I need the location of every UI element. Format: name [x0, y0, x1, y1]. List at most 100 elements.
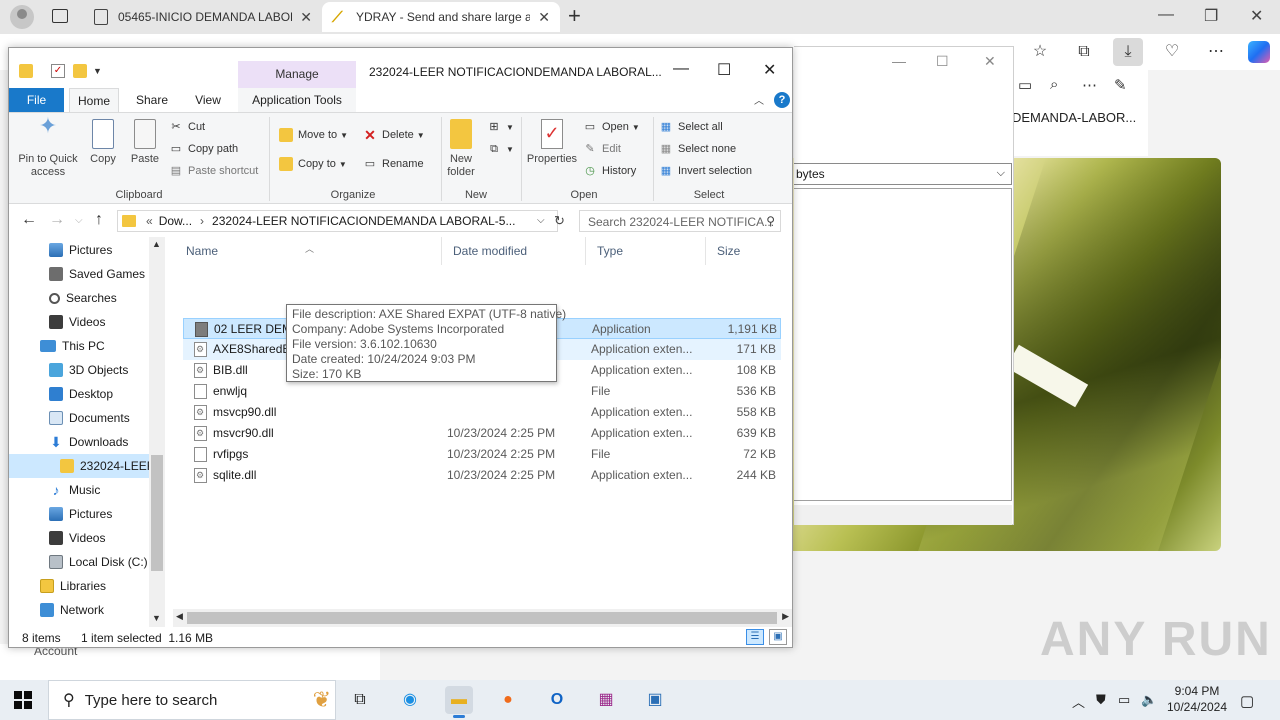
tab-file[interactable]: File — [9, 88, 64, 112]
show-hidden-icons-icon[interactable]: ︿ — [1072, 692, 1085, 711]
properties-quick-icon[interactable]: ✓ — [51, 64, 65, 78]
file-row[interactable]: sqlite.dll 10/23/2024 2:25 PM Applicatio… — [183, 465, 781, 486]
rename-button[interactable]: ▭ Rename — [363, 155, 424, 173]
breadcrumb-downloads[interactable]: Dow... — [159, 214, 192, 228]
copy-to-button[interactable]: Copy to ▼ — [279, 155, 347, 173]
notifications-icon[interactable]: ▢ — [1240, 692, 1254, 710]
more-icon[interactable]: ⋯ — [1206, 42, 1226, 62]
breadcrumb-current[interactable]: 232024-LEER NOTIFICACIONDEMANDA LABORAL-… — [212, 214, 515, 228]
scroll-right-icon[interactable]: ▶ — [782, 611, 789, 622]
pin-to-quick-access-button[interactable]: ✦ Pin to Quick access — [13, 115, 83, 179]
nav-scrollbar[interactable]: ▲ ▼ — [149, 237, 165, 627]
cut-button[interactable]: ✂ Cut — [169, 118, 205, 136]
easy-access-button[interactable]: ⧉ ▼ — [487, 140, 514, 158]
paste-button[interactable]: Paste — [127, 119, 163, 166]
help-icon[interactable]: ? — [774, 92, 790, 108]
column-header-date[interactable]: Date modified — [442, 237, 586, 265]
tab-view[interactable]: View — [185, 88, 231, 112]
file-row[interactable]: enwljq File 536 KB — [183, 381, 781, 402]
scrollbar-thumb[interactable] — [151, 455, 163, 571]
minimize-icon[interactable]: — — [673, 60, 689, 78]
nav-item-pictures-2[interactable]: Pictures — [9, 502, 149, 526]
new-tab-button[interactable]: + — [568, 4, 581, 28]
forward-arrow-icon[interactable]: → — [49, 211, 65, 229]
scroll-left-icon[interactable]: ◀ — [176, 611, 183, 622]
restore-icon[interactable]: ❐ — [1204, 6, 1218, 26]
file-row[interactable]: msvcr90.dll 10/23/2024 2:25 PM Applicati… — [183, 423, 781, 444]
recent-locations-icon[interactable]: ⌵ — [75, 215, 83, 226]
minimize-icon[interactable]: — — [1158, 6, 1174, 24]
back-arrow-icon[interactable]: ← — [21, 211, 37, 229]
new-item-button[interactable]: ⊞ ▼ — [487, 118, 514, 136]
windows-start-icon[interactable] — [14, 691, 32, 709]
close-tab-icon[interactable]: ✕ — [538, 9, 550, 26]
column-header-size[interactable]: Size — [706, 237, 782, 265]
network-icon[interactable]: ▭ — [1118, 692, 1130, 708]
close-icon[interactable]: ✕ — [763, 60, 776, 80]
tab-application-tools[interactable]: Application Tools — [238, 88, 356, 112]
favorites-icon[interactable]: ☆ — [1030, 42, 1050, 62]
more-icon[interactable]: ⋯ — [1082, 76, 1097, 94]
collapse-ribbon-icon[interactable]: ︿ — [754, 92, 764, 107]
nav-item-desktop[interactable]: Desktop — [9, 382, 149, 406]
nav-item-local-disk[interactable]: Local Disk (C:) — [9, 550, 149, 574]
manage-contextual-tab[interactable]: Manage — [238, 61, 356, 88]
details-view-icon[interactable]: ☰ — [746, 629, 764, 645]
tab-home[interactable]: Home — [69, 88, 119, 112]
history-button[interactable]: ◷ History — [583, 162, 636, 180]
minimize-icon[interactable]: — — [892, 53, 906, 69]
column-header-name[interactable]: Name ︿ — [175, 237, 442, 265]
copilot-icon[interactable] — [1248, 41, 1270, 63]
properties-button[interactable]: ✓ Properties — [525, 119, 579, 166]
taskbar-search-input[interactable]: ⚲ Type here to search ❦ — [48, 680, 336, 720]
winrar-icon[interactable]: ▦ — [592, 686, 620, 714]
maximize-icon[interactable]: ☐ — [717, 60, 731, 80]
nav-item-3d-objects[interactable]: 3D Objects — [9, 358, 149, 382]
maximize-icon[interactable]: ☐ — [936, 53, 949, 70]
nav-item-videos[interactable]: Videos — [9, 310, 149, 334]
file-row[interactable]: rvfipgs 10/23/2024 2:25 PM File 72 KB — [183, 444, 781, 465]
close-tab-icon[interactable]: ✕ — [300, 9, 312, 26]
nav-item-current-folder[interactable]: 232024-LEER — [9, 454, 155, 478]
browser-tab-ydray[interactable]: ⟋ YDRAY - Send and share large ar ✕ — [322, 2, 560, 32]
column-header-type[interactable]: Type — [586, 237, 706, 265]
paste-shortcut-button[interactable]: ▤ Paste shortcut — [169, 162, 259, 180]
firefox-icon[interactable]: ● — [494, 686, 522, 714]
large-icons-view-icon[interactable]: ▣ — [769, 629, 787, 645]
new-folder-quick-icon[interactable] — [73, 64, 87, 78]
search-icon[interactable]: ⌕ — [1050, 76, 1058, 93]
quick-access-dropdown-icon[interactable]: ▼ — [93, 66, 107, 80]
scroll-down-icon[interactable]: ▼ — [152, 613, 161, 623]
security-icon[interactable]: ⛊ — [1096, 692, 1106, 708]
tab-actions-icon[interactable] — [52, 9, 68, 23]
collections-icon[interactable]: ⧉ — [1074, 42, 1094, 62]
tab-share[interactable]: Share — [129, 88, 175, 112]
nav-item-this-pc[interactable]: This PC — [9, 334, 149, 358]
performance-icon[interactable]: ♡ — [1162, 42, 1182, 62]
horizontal-scrollbar[interactable]: ◀ ▶ — [173, 609, 792, 627]
edge-browser-icon[interactable]: ◉ — [396, 686, 424, 714]
address-dropdown-icon[interactable]: ⌵ — [537, 215, 545, 226]
pin-icon[interactable]: ✎ — [1114, 76, 1127, 94]
nav-item-saved-games[interactable]: Saved Games — [9, 262, 149, 286]
delete-button[interactable]: ✕ Delete ▼ — [363, 126, 425, 144]
copy-path-button[interactable]: ▭ Copy path — [169, 140, 238, 158]
new-folder-button[interactable]: New folder — [445, 119, 477, 179]
select-none-button[interactable]: ▦ Select none — [659, 140, 736, 158]
nav-item-documents[interactable]: Documents — [9, 406, 149, 430]
edit-button[interactable]: ✎ Edit — [583, 140, 621, 158]
search-input[interactable]: Search 232024-LEER NOTIFICA... ⚲ — [579, 210, 781, 232]
system-clock[interactable]: 9:04 PM 10/24/2024 — [1164, 683, 1230, 715]
copy-button[interactable]: Copy — [85, 119, 121, 166]
refresh-icon[interactable]: ↻ — [554, 213, 565, 229]
file-explorer-icon[interactable]: ▬ — [445, 686, 473, 718]
open-button[interactable]: ▭ Open ▼ — [583, 118, 640, 136]
select-all-button[interactable]: ▦ Select all — [659, 118, 723, 136]
move-to-button[interactable]: Move to ▼ — [279, 126, 348, 144]
scrollbar-thumb[interactable] — [187, 612, 777, 624]
folder-icon[interactable]: ▭ — [1018, 76, 1032, 94]
nav-item-music[interactable]: ♪ Music — [9, 478, 149, 502]
close-icon[interactable]: ✕ — [1250, 6, 1263, 26]
nav-item-network[interactable]: Network — [9, 598, 149, 622]
volume-icon[interactable]: 🔈 — [1141, 692, 1157, 708]
